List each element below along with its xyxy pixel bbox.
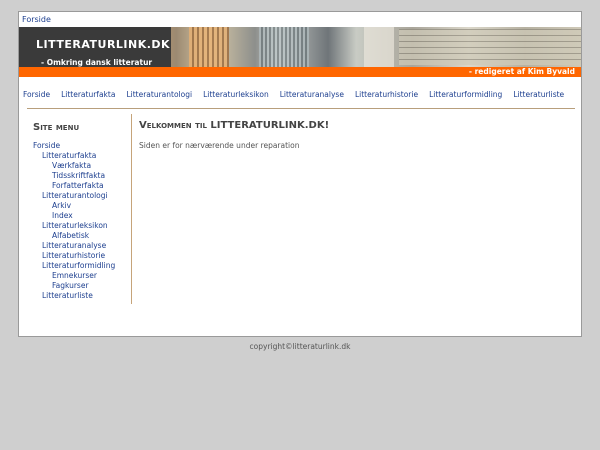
status-message: Siden er for nærværende under reparation [139, 141, 300, 150]
sidebar-item: Tidsskriftfakta [29, 171, 131, 181]
sidebar-link-forside[interactable]: Forside [33, 141, 60, 150]
sidebar-link-index[interactable]: Index [52, 211, 73, 220]
sidebar-link-litteraturleksikon[interactable]: Litteraturleksikon [42, 221, 108, 230]
sidebar-item: Litteraturantologi [29, 191, 131, 201]
banner-photo-page [364, 27, 394, 67]
nav-divider [27, 108, 575, 109]
nav-item-litteraturhistorie[interactable]: Litteraturhistorie [355, 90, 418, 99]
site-title: LITTERATURLINK.DK [36, 38, 171, 51]
main-content: Velkommen til LITTERATURLINK.DK! Siden e… [139, 120, 569, 150]
sidebar-link-litteraturhistorie[interactable]: Litteraturhistorie [42, 251, 105, 260]
sidebar-item: Emnekurser [29, 271, 131, 281]
sidebar-item: Alfabetisk [29, 231, 131, 241]
topbar-home-link[interactable]: Forside [22, 15, 51, 24]
sidebar-item: Forside [29, 141, 131, 151]
sidebar-title: Site menu [33, 122, 80, 133]
sidebar-link-litteraturformidling[interactable]: Litteraturformidling [42, 261, 115, 270]
sidebar-link-litteraturanalyse[interactable]: Litteraturanalyse [42, 241, 106, 250]
nav-item-litteraturanalyse[interactable]: Litteraturanalyse [280, 90, 344, 99]
editor-credit: - redigeret af Kim Byvald [468, 67, 575, 76]
banner-photo-text [399, 29, 581, 65]
sidebar-item: Index [29, 211, 131, 221]
sidebar-link-forfatterfakta[interactable]: Forfatterfakta [52, 181, 104, 190]
page-container: Forside LITTERATURLINK.DK - Omkring dans… [18, 11, 582, 337]
sidebar-item: Litteraturformidling [29, 261, 131, 271]
editor-bar: - redigeret af Kim Byvald [19, 67, 581, 77]
sidebar-link-emnekurser[interactable]: Emnekurser [52, 271, 97, 280]
sidebar-item: Litteraturliste [29, 291, 131, 301]
sidebar-item: Litteraturhistorie [29, 251, 131, 261]
sidebar-item: Litteraturleksikon [29, 221, 131, 231]
sidebar-link-fagkurser[interactable]: Fagkurser [52, 281, 89, 290]
nav-item-litteraturantologi[interactable]: Litteraturantologi [126, 90, 192, 99]
footer-copyright: copyright©litteraturlink.dk [249, 342, 351, 351]
nav-item-litteraturleksikon[interactable]: Litteraturleksikon [203, 90, 269, 99]
banner-photo-books [189, 27, 229, 67]
sidebar-link-alfabetisk[interactable]: Alfabetisk [52, 231, 89, 240]
sidebar-item: Fagkurser [29, 281, 131, 291]
sidebar-item: Litteraturanalyse [29, 241, 131, 251]
sidebar-link-værkfakta[interactable]: Værkfakta [52, 161, 91, 170]
sidebar-link-tidsskriftfakta[interactable]: Tidsskriftfakta [52, 171, 105, 180]
banner-photo-shelf [259, 27, 309, 67]
nav-item-litteraturliste[interactable]: Litteraturliste [513, 90, 564, 99]
sidebar-item: Arkiv [29, 201, 131, 211]
nav-item-litteraturfakta[interactable]: Litteraturfakta [61, 90, 115, 99]
sidebar-menu: Forside Litteraturfakta Værkfakta Tidsskrif… [29, 141, 131, 301]
sidebar-link-arkiv[interactable]: Arkiv [52, 201, 71, 210]
sidebar-link-litteraturfakta[interactable]: Litteraturfakta [42, 151, 96, 160]
page-title: Velkommen til LITTERATURLINK.DK! [139, 120, 330, 131]
sidebar-item: Forfatterfakta [29, 181, 131, 191]
sidebar-link-litteraturantologi[interactable]: Litteraturantologi [42, 191, 108, 200]
sidebar-item: Værkfakta [29, 161, 131, 171]
nav-item-litteraturformidling[interactable]: Litteraturformidling [429, 90, 502, 99]
sidebar: Site menu Forside Litteraturfakta Værkfakt… [29, 114, 132, 304]
nav-item-forside[interactable]: Forside [23, 90, 50, 99]
sidebar-link-litteraturliste[interactable]: Litteraturliste [42, 291, 93, 300]
header-banner: LITTERATURLINK.DK - Omkring dansk litter… [19, 27, 581, 67]
sidebar-item: Litteraturfakta [29, 151, 131, 161]
main-navigation: Forside Litteraturfakta Litteraturantolo… [23, 90, 579, 99]
site-subtitle: - Omkring dansk litteratur [41, 58, 153, 67]
